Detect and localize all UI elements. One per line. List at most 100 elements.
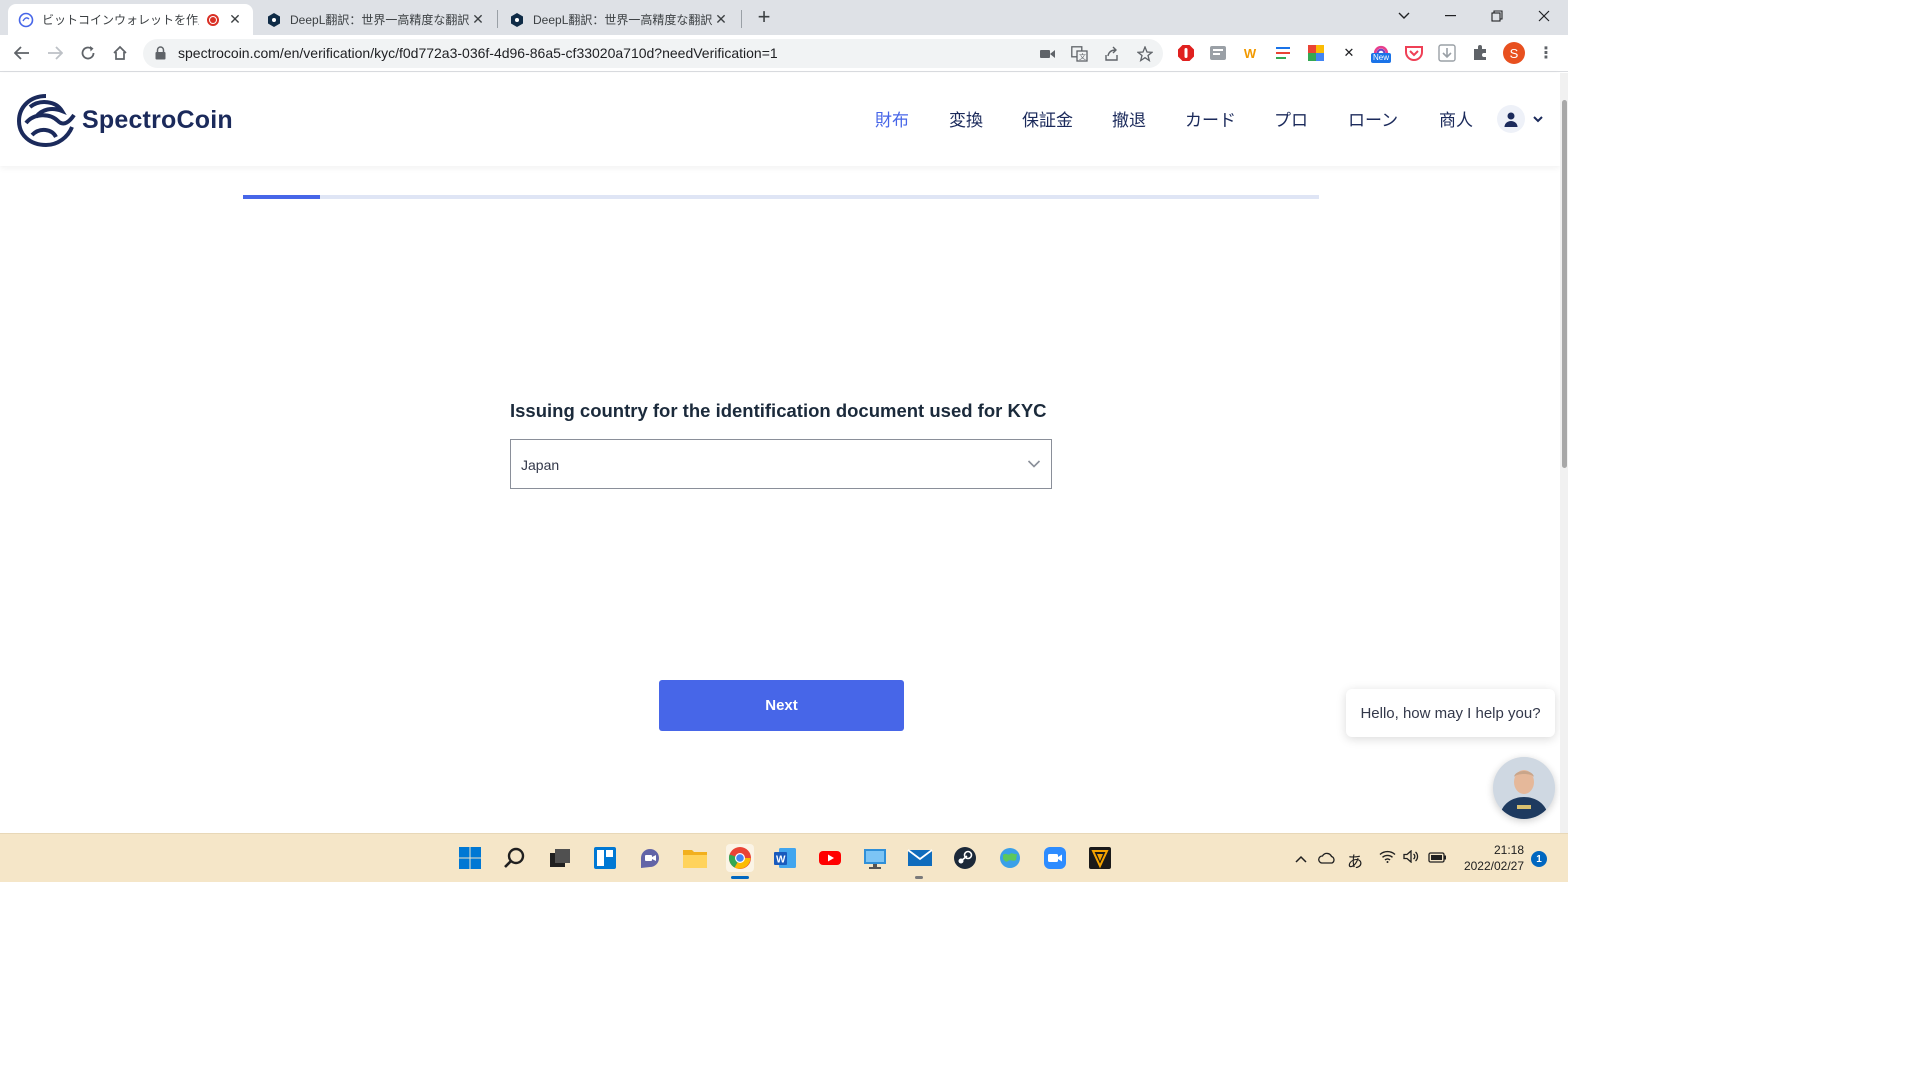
x-extension-icon[interactable]: ✕ [1339,43,1359,63]
notification-badge[interactable]: 1 [1531,851,1547,867]
word-icon[interactable]: W [771,844,799,872]
task-view-icon[interactable] [546,844,574,872]
menu-item-wallet[interactable]: 財布 [875,106,909,131]
system-clock[interactable]: 21:18 2022/02/27 [1460,842,1524,874]
browser-tab-3[interactable]: DeepL翻訳：世界一高精度な翻訳 ✕ [499,4,739,35]
tab-title: ビットコインウォレットを作成する| [42,13,199,27]
chrome-icon[interactable] [726,844,754,872]
chevron-down-icon[interactable] [1532,113,1544,125]
menu-item-pro[interactable]: プロ [1274,106,1308,131]
volume-icon[interactable] [1403,849,1419,866]
svg-text:W: W [776,855,786,866]
reload-button[interactable] [76,41,100,65]
chat-agent-avatar[interactable] [1493,757,1555,819]
bookmark-star-icon[interactable] [1136,45,1154,63]
tab-search-button[interactable] [1380,0,1428,32]
menu-item-card[interactable]: カード [1185,106,1236,131]
restore-icon [1491,10,1503,22]
close-tab-icon[interactable]: ✕ [227,11,243,28]
monitor-icon [864,849,886,869]
show-hidden-icons[interactable] [1295,850,1307,866]
youtube-icon[interactable] [816,844,844,872]
menu-item-exchange[interactable]: 変換 [949,106,983,131]
reader-extension-icon[interactable] [1208,43,1228,63]
star-glyph [1137,46,1153,62]
vpn-icon[interactable] [1086,844,1114,872]
steam-icon[interactable] [951,844,979,872]
download-icon [1438,44,1456,62]
google-apps-extension-icon[interactable] [1306,43,1326,63]
reload-icon [81,46,95,60]
close-tab-icon[interactable]: ✕ [470,11,486,28]
adblock-extension-icon[interactable] [1176,43,1196,63]
extensions-menu-icon[interactable] [1470,43,1490,63]
windows-taskbar: W あ 21:18 2022/02/27 1 [0,833,1568,882]
youtube-logo-icon [819,851,841,865]
cloud-icon [1318,852,1335,864]
envelope-icon [907,849,933,866]
browser-menu-icon[interactable]: ⋮ [1536,43,1556,63]
pocket-extension-icon[interactable] [1404,43,1424,63]
translate-icon[interactable]: 文 [1070,45,1088,63]
game-icon[interactable] [996,844,1024,872]
browser-tab-2[interactable]: DeepL翻訳：世界一高精度な翻訳 ✕ [256,4,496,35]
translate-glyph: 文 [1070,46,1088,62]
spectrocoin-logo-icon [16,94,76,147]
folder-icon [683,850,707,868]
menu-item-deposit[interactable]: 保証金 [1022,106,1073,131]
new-tab-button[interactable]: + [752,5,776,29]
windows-logo-icon [459,847,481,869]
zoom-icon[interactable] [1041,844,1069,872]
next-button[interactable]: Next [659,680,904,731]
chat-greeting[interactable]: Hello, how may I help you? [1346,689,1555,737]
rainbow-icon [1373,45,1389,53]
issuing-country-select[interactable]: Japan [510,439,1052,489]
recording-indicator-icon [207,13,219,26]
deepl-favicon-icon [268,12,280,27]
menu-item-merchant[interactable]: 商人 [1439,106,1473,131]
url-text: spectrocoin.com/en/verification/kyc/f0d7… [178,45,778,61]
search-icon[interactable] [501,844,529,872]
close-tab-icon[interactable]: ✕ [713,11,729,28]
tab-manager-extension-icon[interactable] [1273,43,1293,63]
chat-glyph [641,849,659,868]
start-icon[interactable] [456,844,484,872]
verification-progress-fill [243,195,321,199]
remote-desktop-icon[interactable] [861,844,889,872]
new-badge-extension-icon[interactable]: New [1371,43,1392,63]
chevron-down-icon [1398,12,1410,19]
teams-chat-icon[interactable] [636,844,664,872]
onedrive-icon[interactable] [1318,851,1336,867]
camera-icon[interactable] [1038,45,1056,63]
forward-button[interactable] [43,41,67,65]
widgets-glyph [594,847,616,869]
wifi-icon[interactable] [1379,850,1396,866]
share-icon[interactable] [1103,45,1121,63]
stop-sign-icon [1178,45,1194,61]
spectrocoin-logo[interactable]: SpectroCoin [16,93,233,147]
back-button[interactable] [10,41,34,65]
widgets-icon[interactable] [591,844,619,872]
home-button[interactable] [108,41,132,65]
file-explorer-icon[interactable] [681,844,709,872]
restore-button[interactable] [1473,0,1521,32]
arrow-left-icon [14,46,29,60]
account-menu-button[interactable] [1497,105,1525,133]
close-window-button[interactable] [1520,0,1568,32]
download-extension-icon[interactable] [1437,43,1457,63]
w-extension-icon[interactable]: W [1240,43,1260,63]
minimize-button[interactable] [1426,0,1474,32]
menu-item-withdraw[interactable]: 撤退 [1112,106,1146,131]
address-bar[interactable]: spectrocoin.com/en/verification/kyc/f0d7… [143,39,1163,68]
mail-icon[interactable] [906,844,934,872]
clock-time: 21:18 [1493,843,1524,857]
profile-avatar[interactable]: S [1503,42,1525,64]
battery-icon[interactable] [1428,850,1447,866]
ime-indicator[interactable]: あ [1347,848,1363,872]
chrome-logo-icon [728,847,751,869]
word-logo-icon: W [774,848,796,868]
lock-icon [155,46,166,60]
page-scrollbar-thumb[interactable] [1562,100,1567,468]
menu-item-loan[interactable]: ローン [1348,106,1398,131]
browser-tab-1[interactable]: ビットコインウォレットを作成する| ✕ [8,4,253,35]
